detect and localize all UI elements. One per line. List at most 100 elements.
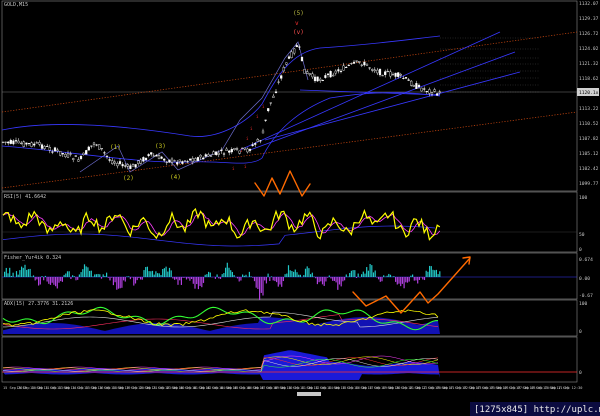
candle-body — [319, 78, 322, 81]
fisher-bar — [338, 277, 341, 285]
fisher-bar — [114, 277, 116, 283]
wave-marker: i — [232, 166, 235, 171]
fisher-bar — [174, 277, 176, 280]
wave-label-v-minor: (v) — [293, 29, 304, 36]
fisher-bar — [226, 262, 228, 277]
rsi-tick-0: 0 — [579, 247, 582, 253]
candle-body — [352, 61, 356, 64]
candle-body — [410, 80, 413, 86]
fisher-bar — [153, 274, 155, 277]
fisher-bar — [191, 277, 193, 279]
fisher-bar — [408, 277, 410, 282]
candle-body — [311, 73, 314, 78]
fisher-bar — [306, 266, 308, 277]
fisher-bar — [146, 266, 148, 277]
adx-pane[interactable]: ADX(15) 27.3776 31.2126 100 0 — [2, 301, 588, 335]
candle-body — [165, 161, 168, 163]
fisher-bar — [204, 274, 206, 277]
wave-marker: i — [244, 164, 247, 169]
fisher-bar — [129, 277, 131, 280]
fisher-bar — [117, 277, 120, 289]
fisher-tick-mid: 0.00 — [579, 276, 590, 282]
candle-body — [298, 46, 301, 48]
fisher-bar — [277, 277, 279, 287]
fisher-bar — [4, 271, 6, 277]
fisher-bar — [272, 277, 274, 281]
candle-body — [160, 156, 163, 159]
rsi-title: RSI(5) 41.6642 — [4, 194, 46, 200]
fisher-bar — [238, 277, 240, 282]
candle-body — [243, 147, 246, 150]
fisher-bar — [376, 277, 378, 278]
fisher-bar — [342, 277, 344, 282]
fisher-bar — [10, 275, 12, 277]
candle-body — [43, 146, 46, 149]
candle-body — [105, 155, 109, 157]
fisher-bar — [371, 265, 373, 277]
fisher-bar — [51, 277, 53, 283]
candle-body — [126, 164, 129, 167]
rsi-line — [2, 207, 441, 241]
candle-body — [113, 161, 116, 164]
candle-body — [272, 95, 275, 98]
fisher-bar — [136, 277, 138, 281]
volume-bands-pane[interactable]: 0 — [2, 350, 582, 380]
candle-body — [118, 161, 122, 164]
chart-canvas[interactable]: GOLD,M15 1132.07 1129.37 1126.72 1124.02 112… — [0, 0, 600, 416]
fisher-bar — [245, 274, 247, 277]
candle-body — [92, 142, 96, 145]
fisher-bar — [48, 277, 50, 284]
candle-body — [137, 160, 140, 164]
candle-body — [103, 152, 106, 154]
fisher-bar — [15, 271, 18, 277]
candle-body — [277, 81, 280, 83]
fisher-bar — [187, 277, 189, 279]
candle-body — [300, 56, 304, 62]
candle-body — [33, 143, 36, 146]
hand-drawn-annotations — [254, 170, 471, 314]
candle-body — [267, 108, 270, 112]
fisher-bar — [70, 277, 72, 279]
fisher-histogram — [4, 262, 441, 301]
fisher-bar — [228, 267, 230, 277]
candle-body — [287, 56, 291, 59]
candle-body — [38, 142, 41, 145]
candle-body — [176, 162, 179, 165]
fisher-bar — [175, 277, 177, 280]
candle-body — [394, 72, 397, 77]
fisher-bar — [68, 271, 70, 277]
candle-body — [256, 139, 259, 142]
fisher-bar — [330, 277, 332, 279]
candle-body — [295, 45, 298, 48]
fisher-bar — [22, 267, 24, 277]
fisher-bar — [250, 276, 252, 277]
price-tick: 1129.37 — [579, 16, 599, 22]
candle-body — [98, 144, 101, 150]
fisher-pane[interactable]: Fisher_Yur4ik 0.324 0.674 0.00 -0.67 — [2, 255, 593, 301]
fisher-bar — [240, 277, 242, 281]
fisher-bar — [257, 277, 259, 289]
fisher-bar — [349, 272, 351, 277]
fisher-bar — [38, 277, 40, 286]
adx-tick-100: 100 — [579, 301, 588, 307]
fisher-bar — [94, 274, 96, 277]
candle-body — [222, 153, 226, 155]
candle-body — [25, 142, 28, 145]
fisher-bar — [357, 273, 359, 277]
fisher-bar — [253, 277, 256, 282]
candle-body — [163, 158, 166, 161]
candle-body — [51, 151, 54, 153]
price-pane[interactable]: GOLD,M15 1132.07 1129.37 1126.72 1124.02 112… — [1, 1, 599, 189]
fisher-bar — [311, 272, 313, 277]
candle-body — [46, 145, 49, 147]
fisher-bar — [315, 277, 317, 279]
candle-body — [35, 142, 38, 144]
fisher-bar — [124, 277, 126, 282]
fisher-bar — [291, 271, 293, 277]
fisher-bar — [107, 277, 109, 278]
candle-body — [87, 146, 90, 151]
fisher-bar — [100, 277, 103, 279]
price-tick: 1118.62 — [579, 76, 599, 82]
rsi-pane[interactable]: RSI(5) 41.6642 100 50 0 — [2, 194, 588, 253]
fisher-bar — [430, 266, 432, 277]
